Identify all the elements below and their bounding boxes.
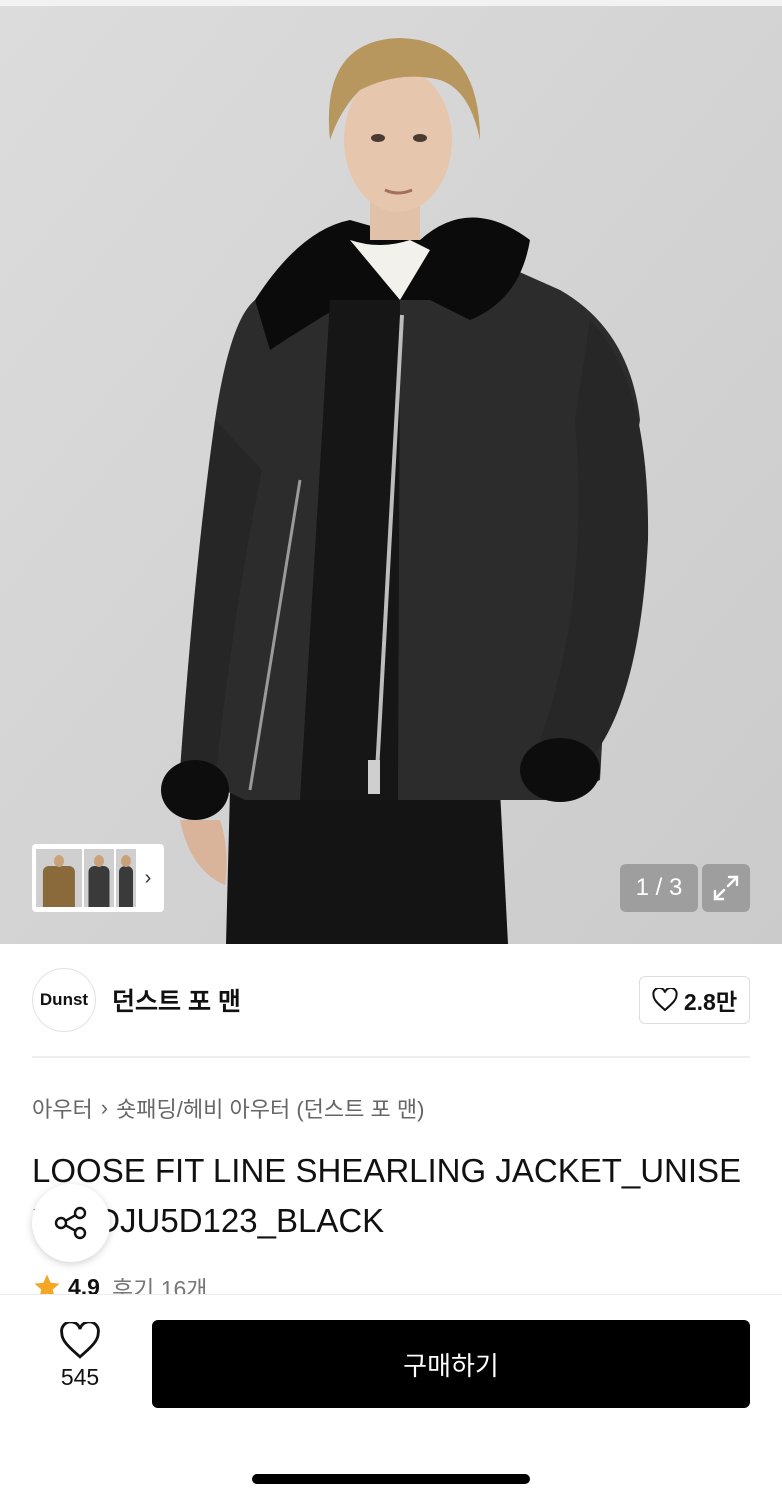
thumbnail-1[interactable] (36, 849, 82, 907)
heart-icon (652, 988, 678, 1012)
brand-logo-text: Dunst (39, 990, 89, 1009)
brand-name[interactable]: 던스트 포 맨 (112, 982, 241, 1018)
heart-icon (60, 1322, 100, 1359)
breadcrumb: 아우터 › 숏패딩/헤비 아우터 (던스트 포 맨) (32, 1092, 424, 1124)
expand-icon[interactable] (702, 864, 750, 912)
chevron-right-icon[interactable]: › (138, 867, 158, 890)
brand-row: Dunst 던스트 포 맨 2.8만 (32, 968, 750, 1032)
product-photo (0, 6, 782, 944)
home-indicator[interactable] (252, 1474, 530, 1484)
divider (32, 1056, 750, 1058)
brand-like-count: 2.8만 (683, 989, 737, 1015)
share-button[interactable] (32, 1184, 110, 1262)
image-counter: 1 / 3 (620, 864, 698, 912)
breadcrumb-subcategory[interactable]: 숏패딩/헤비 아우터 (던스트 포 맨) (116, 1092, 424, 1124)
breadcrumb-category[interactable]: 아우터 (32, 1092, 93, 1124)
share-icon (54, 1206, 87, 1240)
product-title: LOOSE FIT LINE SHEARLING JACKET_UNISEX_U… (32, 1152, 742, 1239)
brand-logo[interactable]: Dunst (32, 968, 96, 1032)
thumbnail-3[interactable] (116, 849, 136, 907)
buy-button[interactable]: 구매하기 (152, 1320, 750, 1408)
chevron-right-icon: › (100, 1095, 109, 1120)
product-image[interactable]: › 1 / 3 (0, 0, 782, 944)
wishlist-count: 545 (60, 1364, 100, 1390)
thumbnail-2[interactable] (84, 849, 114, 907)
brand-like-button[interactable]: 2.8만 (638, 976, 750, 1024)
wishlist-button[interactable]: 545 (40, 1322, 120, 1402)
thumbnail-strip[interactable]: › (32, 844, 164, 912)
